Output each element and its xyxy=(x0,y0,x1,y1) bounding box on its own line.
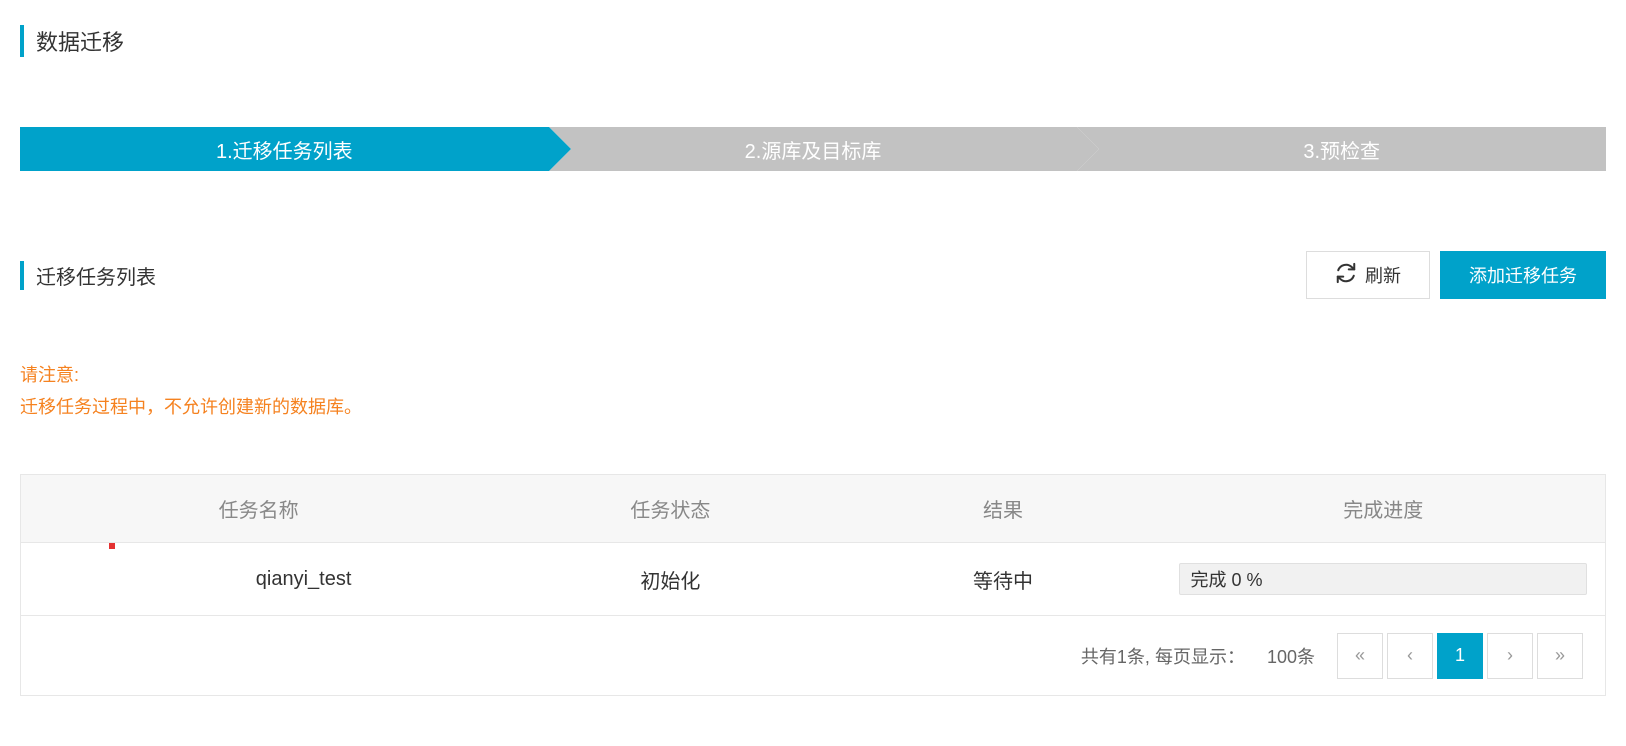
task-table-container: 任务名称 任务状态 结果 完成进度 qianyi_test 初始化 等待中 完成… xyxy=(20,474,1606,697)
step-task-list[interactable]: 1.迁移任务列表 xyxy=(20,127,549,171)
add-task-button[interactable]: 添加迁移任务 xyxy=(1440,251,1606,299)
notice-title: 请注意: xyxy=(20,359,1606,391)
progress-label: 完成 0 % xyxy=(1190,566,1262,592)
page-title: 数据迁移 xyxy=(20,25,1606,57)
col-task-status: 任务状态 xyxy=(496,475,844,543)
step-source-target[interactable]: 2.源库及目标库 xyxy=(549,127,1078,171)
pagination-summary: 共有1条, 每页显示： xyxy=(1081,643,1245,669)
pagination: 共有1条, 每页显示： 100条 « ‹ 1 › » xyxy=(43,633,1583,679)
cell-task-name: qianyi_test xyxy=(21,543,496,615)
progress-bar: 完成 0 % xyxy=(1179,563,1587,595)
col-task-result: 结果 xyxy=(845,475,1162,543)
section-title: 迁移任务列表 xyxy=(20,261,156,290)
cell-task-progress: 完成 0 % xyxy=(1161,543,1605,615)
step-label: 1.迁移任务列表 xyxy=(216,135,353,164)
section-actions: 刷新 添加迁移任务 xyxy=(1306,251,1606,299)
task-table: 任务名称 任务状态 结果 完成进度 qianyi_test 初始化 等待中 完成… xyxy=(21,475,1605,696)
page-size-value: 100条 xyxy=(1267,643,1315,669)
pager-prev-button[interactable]: ‹ xyxy=(1387,633,1433,679)
notice-body: 迁移任务过程中，不允许创建新的数据库。 xyxy=(20,391,1606,423)
pager: « ‹ 1 › » xyxy=(1337,633,1583,679)
pager-page-button[interactable]: 1 xyxy=(1437,633,1483,679)
col-task-progress: 完成进度 xyxy=(1161,475,1605,543)
col-task-name: 任务名称 xyxy=(21,475,496,543)
step-label: 3.预检查 xyxy=(1303,135,1380,164)
add-task-button-label: 添加迁移任务 xyxy=(1469,262,1577,288)
step-label: 2.源库及目标库 xyxy=(745,135,882,164)
table-row[interactable]: qianyi_test 初始化 等待中 完成 0 % xyxy=(21,543,1605,615)
notice: 请注意: 迁移任务过程中，不允许创建新的数据库。 xyxy=(20,359,1606,424)
pager-first-button[interactable]: « xyxy=(1337,633,1383,679)
pagination-summary-suffix: 条, 每页显示： xyxy=(1127,647,1245,667)
cell-task-status: 初始化 xyxy=(496,543,844,615)
refresh-button-label: 刷新 xyxy=(1365,262,1401,288)
cell-task-result: 等待中 xyxy=(845,543,1162,615)
wizard-steps: 1.迁移任务列表 2.源库及目标库 3.预检查 xyxy=(20,127,1606,171)
pager-next-button[interactable]: › xyxy=(1487,633,1533,679)
refresh-button[interactable]: 刷新 xyxy=(1306,251,1430,299)
pagination-summary-prefix: 共有 xyxy=(1081,647,1117,667)
pager-last-button[interactable]: » xyxy=(1537,633,1583,679)
refresh-icon xyxy=(1335,262,1357,289)
pagination-total: 1 xyxy=(1117,647,1127,667)
step-precheck[interactable]: 3.预检查 xyxy=(1077,127,1606,171)
